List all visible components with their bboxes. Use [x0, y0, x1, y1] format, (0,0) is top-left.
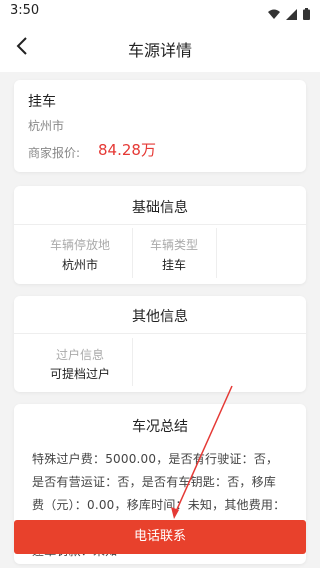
status-bar: 3:50	[0, 0, 320, 24]
vehicle-city: 杭州市	[28, 119, 65, 133]
divider	[14, 224, 306, 225]
transfer-info-label: 过户信息	[55, 348, 104, 362]
transfer-info-value: 可提档过户	[49, 367, 110, 381]
other-info-card: 其他信息 过户信息 可提档过户	[14, 296, 306, 392]
vehicle-type-label: 车辆类型	[149, 238, 198, 252]
section-title: 基础信息	[132, 200, 188, 216]
battery-icon	[303, 5, 310, 24]
wifi-icon	[268, 5, 280, 24]
status-time: 3:50	[10, 3, 40, 18]
price-label: 商家报价:	[28, 146, 81, 160]
vehicle-name: 挂车	[28, 94, 56, 110]
section-title: 车况总结	[132, 419, 188, 435]
nav-bar: 车源详情	[0, 24, 320, 72]
price-value: 84.28万	[98, 141, 156, 159]
parking-location-value: 杭州市	[61, 258, 98, 272]
signal-icon	[286, 5, 297, 24]
divider	[216, 228, 217, 278]
divider	[132, 338, 133, 386]
section-title: 其他信息	[132, 309, 188, 325]
status-icons	[268, 5, 310, 24]
page-title: 车源详情	[127, 41, 192, 60]
vehicle-type-value: 挂车	[161, 258, 186, 272]
parking-location-label: 车辆停放地	[49, 238, 110, 252]
call-button[interactable]: 电话联系	[14, 520, 306, 554]
divider	[14, 333, 306, 334]
basic-info-card: 基础信息 车辆停放地 杭州市 车辆类型 挂车	[14, 186, 306, 284]
vehicle-card: 挂车 杭州市 商家报价: 84.28万	[14, 80, 306, 172]
